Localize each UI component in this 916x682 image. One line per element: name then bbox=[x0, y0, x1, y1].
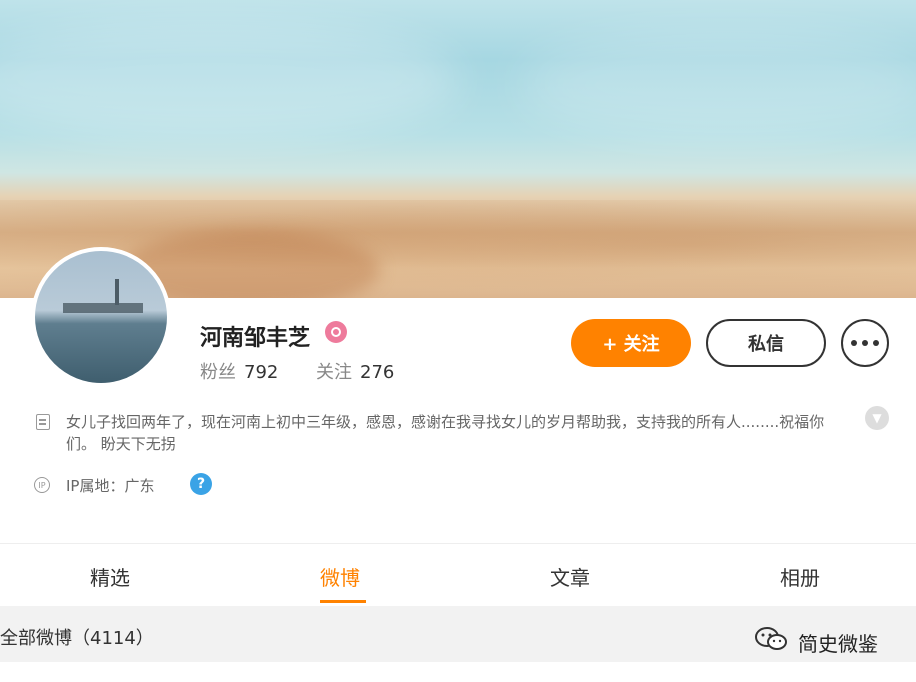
following-stat[interactable]: 关注 276 bbox=[316, 358, 394, 384]
active-tab-indicator bbox=[320, 600, 366, 603]
message-label: 私信 bbox=[748, 334, 784, 355]
profile-bio: 女儿子找回两年了，现在河南上初中三年级，感恩，感谢在我寻找女儿的岁月帮助我，支持… bbox=[66, 413, 825, 453]
location-icon: IP bbox=[34, 477, 50, 493]
following-label: 关注 bbox=[316, 362, 352, 383]
tab-albums[interactable]: 相册 bbox=[780, 562, 820, 591]
tab-weibo[interactable]: 微博 bbox=[320, 562, 360, 591]
wechat-icon bbox=[755, 627, 787, 650]
chevron-down-icon[interactable]: ▼ bbox=[865, 406, 889, 430]
question-icon[interactable]: ? bbox=[190, 473, 212, 495]
ip-location: IP属地：广东 bbox=[66, 477, 155, 495]
watermark-text: 简史微鉴 bbox=[798, 632, 878, 656]
fans-stat[interactable]: 粉丝 792 bbox=[200, 358, 278, 384]
follow-label: + 关注 bbox=[602, 334, 660, 355]
fans-count: 792 bbox=[244, 362, 279, 383]
tab-featured[interactable]: 精选 bbox=[90, 562, 130, 591]
following-count: 276 bbox=[360, 362, 395, 383]
feed-title: 全部微博（4114） bbox=[0, 628, 154, 649]
profile-tabs: 精选 微博 文章 相册 bbox=[0, 544, 916, 606]
verified-badge-icon[interactable] bbox=[325, 321, 347, 343]
tab-articles[interactable]: 文章 bbox=[550, 562, 590, 591]
message-button[interactable]: 私信 bbox=[706, 319, 826, 367]
avatar[interactable] bbox=[31, 247, 171, 387]
more-dots-icon[interactable] bbox=[841, 319, 889, 367]
document-icon bbox=[36, 414, 50, 430]
cover-image bbox=[0, 0, 916, 298]
fans-label: 粉丝 bbox=[200, 362, 236, 383]
follow-button[interactable]: + 关注 bbox=[571, 319, 691, 367]
profile-name: 河南邹丰芝 bbox=[200, 326, 311, 351]
